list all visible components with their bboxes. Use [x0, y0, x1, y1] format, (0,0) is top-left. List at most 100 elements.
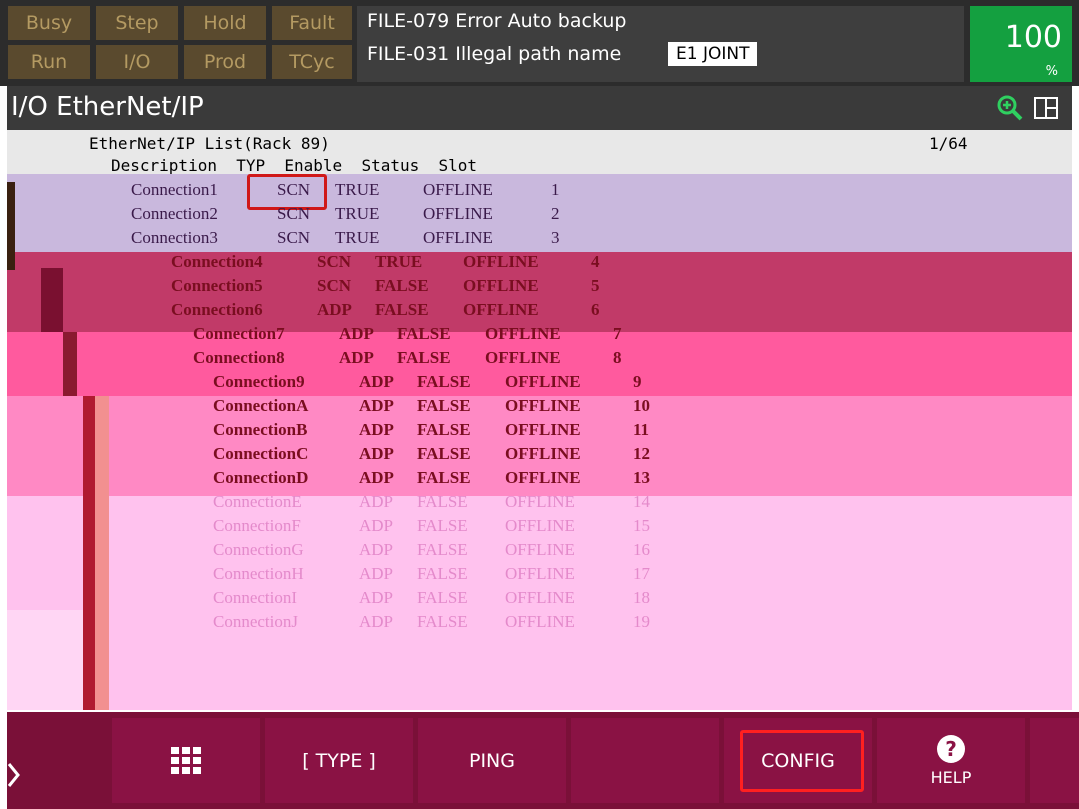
table-row[interactable]: Connection4 SCN TRUE OFFLINE 4 — [171, 252, 771, 274]
table-row[interactable]: ConnectionA ADP FALSE OFFLINE 10 — [213, 396, 813, 418]
enable-cell: FALSE — [375, 300, 429, 319]
table-row[interactable]: ConnectionC ADP FALSE OFFLINE 12 — [213, 444, 813, 466]
enable-cell: FALSE — [417, 444, 471, 463]
enable-cell: FALSE — [397, 324, 451, 343]
column-headers: Description TYP Enable Status Slot — [111, 156, 478, 175]
menu-grid-button[interactable] — [112, 718, 260, 803]
enable-cell: FALSE — [417, 468, 471, 487]
type-cell: ADP — [359, 612, 394, 631]
table-row[interactable]: Connection1 SCN TRUE OFFLINE 1 — [131, 180, 731, 202]
enable-cell: FALSE — [417, 564, 468, 583]
enable-cell: FALSE — [417, 492, 468, 511]
slot-cell: 11 — [633, 420, 650, 439]
slot-cell: 5 — [591, 276, 600, 295]
enable-cell: FALSE — [375, 276, 429, 295]
status-cell: OFFLINE — [505, 444, 581, 463]
page-indicator: 1/64 — [929, 134, 968, 153]
description-cell: ConnectionH — [213, 564, 304, 583]
table-row[interactable]: ConnectionF ADP FALSE OFFLINE 15 — [213, 516, 813, 538]
enable-cell: TRUE — [335, 204, 380, 223]
description-cell: Connection3 — [131, 228, 218, 247]
next-page-button[interactable] — [1030, 718, 1079, 803]
status-busy: Busy — [8, 6, 90, 40]
status-fault: Fault — [272, 6, 352, 40]
alarm-line-2: FILE-031 Illegal path name — [367, 43, 622, 65]
status-cell: OFFLINE — [423, 180, 493, 199]
table-row[interactable]: Connection9 ADP FALSE OFFLINE 9 — [213, 372, 813, 394]
table-row[interactable]: Connection8 ADP FALSE OFFLINE 8 — [193, 348, 793, 370]
status-cell: OFFLINE — [485, 348, 561, 367]
enable-cell: FALSE — [417, 396, 471, 415]
table-row[interactable]: ConnectionG ADP FALSE OFFLINE 16 — [213, 540, 813, 562]
slot-cell: 8 — [613, 348, 622, 367]
status-cell: OFFLINE — [485, 324, 561, 343]
glitch-bar — [41, 268, 63, 332]
type-button[interactable]: [ TYPE ] — [265, 718, 413, 803]
table-row[interactable]: ConnectionB ADP FALSE OFFLINE 11 — [213, 420, 813, 442]
chevron-left-icon — [7, 763, 20, 787]
table-row[interactable]: ConnectionI ADP FALSE OFFLINE 18 — [213, 588, 813, 610]
table-row[interactable]: ConnectionE ADP FALSE OFFLINE 14 — [213, 492, 813, 514]
slot-cell: 2 — [551, 204, 560, 223]
enable-cell: FALSE — [417, 540, 468, 559]
split-screen-icon[interactable] — [1034, 97, 1058, 119]
table-row[interactable]: Connection5 SCN FALSE OFFLINE 5 — [171, 276, 771, 298]
table-row[interactable]: Connection3 SCN TRUE OFFLINE 3 — [131, 228, 731, 250]
page-title: I/O EtherNet/IP — [11, 92, 204, 122]
slot-cell: 4 — [591, 252, 600, 271]
empty-fkey[interactable] — [571, 718, 719, 803]
status-cell: OFFLINE — [505, 540, 575, 559]
status-hold: Hold — [184, 6, 266, 40]
help-button[interactable]: ? HELP — [877, 718, 1025, 803]
left-arrow-key[interactable] — [7, 738, 80, 809]
slot-cell: 19 — [633, 612, 650, 631]
type-cell: ADP — [359, 396, 394, 415]
enable-cell: TRUE — [335, 228, 380, 247]
table-row[interactable]: Connection7 ADP FALSE OFFLINE 7 — [193, 324, 793, 346]
status-cell: OFFLINE — [463, 300, 539, 319]
ping-button[interactable]: PING — [418, 718, 566, 803]
enable-cell: FALSE — [417, 588, 468, 607]
svg-text:?: ? — [945, 737, 957, 761]
status-cell: OFFLINE — [505, 564, 575, 583]
ping-button-label: PING — [469, 749, 515, 772]
config-button[interactable]: CONFIG — [724, 718, 872, 803]
status-run: Run — [8, 45, 90, 79]
description-cell: ConnectionF — [213, 516, 301, 535]
type-cell: ADP — [359, 420, 394, 439]
alarm-panel[interactable]: FILE-079 Error Auto backup FILE-031 Ille… — [357, 6, 964, 82]
slot-cell: 9 — [633, 372, 642, 391]
enable-cell: FALSE — [417, 420, 471, 439]
table-row[interactable]: Connection6 ADP FALSE OFFLINE 6 — [171, 300, 771, 322]
description-cell: Connection4 — [171, 252, 263, 271]
type-cell: SCN — [317, 252, 352, 271]
description-cell: Connection8 — [193, 348, 285, 367]
enable-cell: FALSE — [417, 372, 471, 391]
zoom-in-icon[interactable] — [997, 95, 1023, 121]
slot-cell: 17 — [633, 564, 650, 583]
slot-cell: 14 — [633, 492, 650, 511]
speed-override[interactable]: 100 % — [970, 6, 1072, 82]
config-outline — [740, 730, 864, 792]
description-cell: Connection2 — [131, 204, 218, 223]
description-cell: Connection5 — [171, 276, 263, 295]
question-circle-icon: ? — [937, 735, 965, 763]
table-row[interactable]: Connection2 SCN TRUE OFFLINE 2 — [131, 204, 731, 226]
glitch-band-corner — [7, 610, 83, 710]
list-title: EtherNet/IP List(Rack 89) — [89, 134, 330, 153]
table-row[interactable]: ConnectionH ADP FALSE OFFLINE 17 — [213, 564, 813, 586]
glitch-bar — [95, 396, 109, 710]
slot-cell: 13 — [633, 468, 650, 487]
type-cell: SCN — [277, 228, 311, 247]
type-cell: ADP — [359, 516, 394, 535]
type-cell: ADP — [317, 300, 352, 319]
table-row[interactable]: ConnectionD ADP FALSE OFFLINE 13 — [213, 468, 813, 490]
coordinate-system-indicator: E1 JOINT — [668, 42, 758, 66]
status-cell: OFFLINE — [505, 612, 575, 631]
status-cell: OFFLINE — [505, 396, 581, 415]
slot-cell: 12 — [633, 444, 650, 463]
table-row[interactable]: ConnectionJ ADP FALSE OFFLINE 19 — [213, 612, 813, 634]
type-button-label: [ TYPE ] — [302, 749, 376, 772]
grid-menu-icon — [171, 746, 201, 774]
slot-cell: 18 — [633, 588, 650, 607]
